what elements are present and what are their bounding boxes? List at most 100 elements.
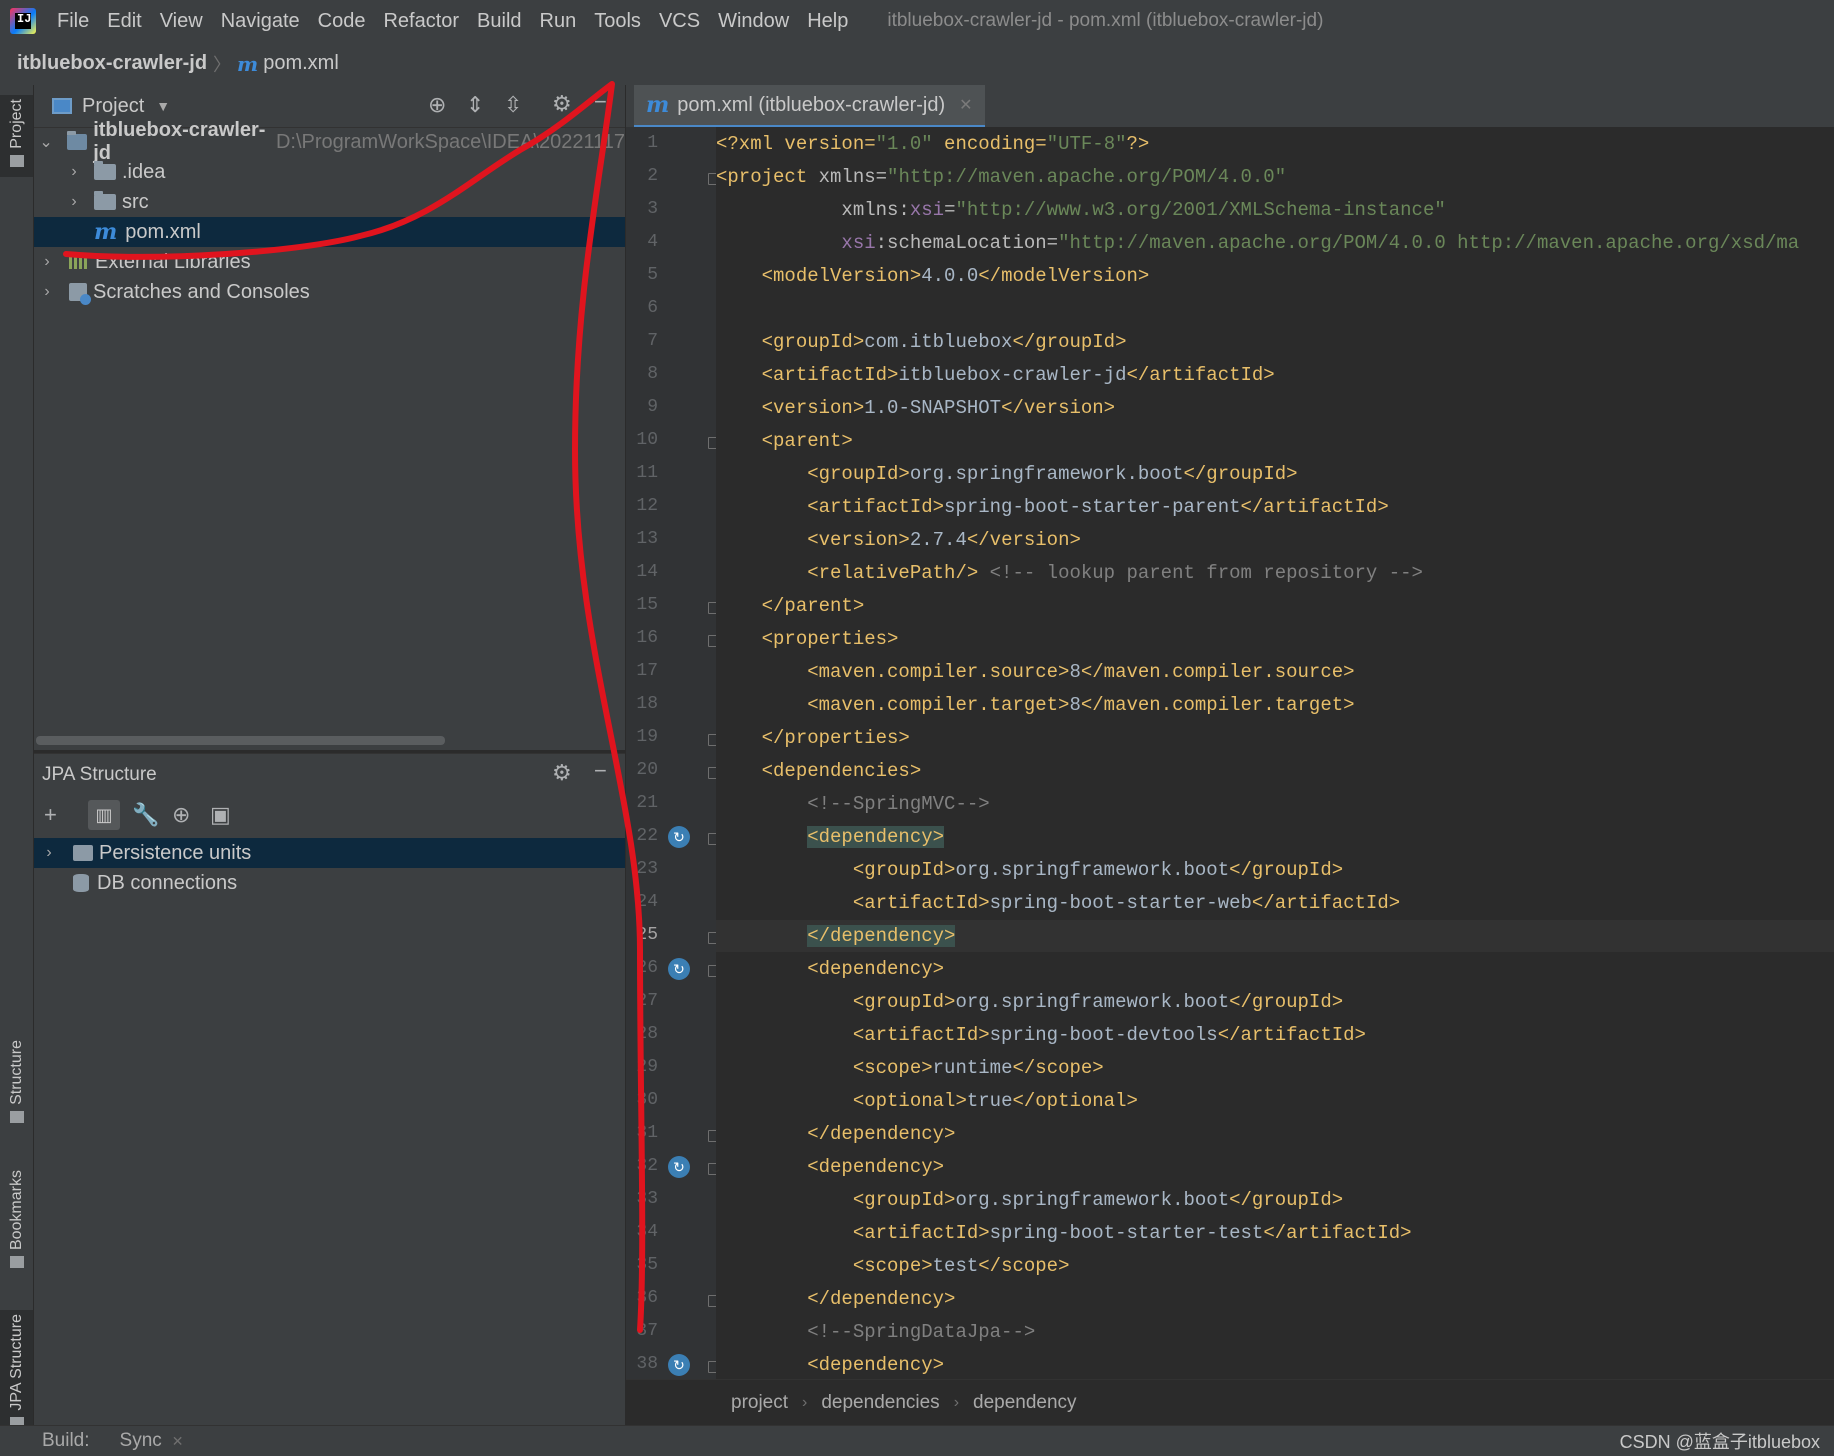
collapse-all-icon[interactable]: ⇳ xyxy=(504,92,522,118)
console-icon[interactable]: ▣ xyxy=(210,802,231,828)
close-icon[interactable]: ✕ xyxy=(959,95,972,115)
line-number: 2 xyxy=(647,166,658,186)
tree-item-src[interactable]: › src xyxy=(34,187,625,217)
left-tool-stripe: Project Structure Bookmarks JPA Structur… xyxy=(0,85,34,1439)
maven-dependency-gutter-icon[interactable]: ↻ xyxy=(668,1156,690,1178)
code-line-29: <scope>runtime</scope> xyxy=(852,1057,1104,1079)
chevron-right-icon[interactable]: › xyxy=(37,253,57,271)
code-line-30: <optional>true</optional> xyxy=(852,1090,1138,1112)
sync-tab[interactable]: Sync xyxy=(120,1430,162,1452)
gear-icon[interactable]: ⚙ xyxy=(552,760,572,786)
tree-item-scratches[interactable]: › Scratches and Consoles xyxy=(34,277,625,307)
stripe-tab-jpa-structure[interactable]: JPA Structure xyxy=(0,1310,33,1439)
line-number: 29 xyxy=(636,1057,658,1077)
code-line-27: <groupId>org.springframework.boot</group… xyxy=(852,991,1344,1013)
menu-view[interactable]: View xyxy=(151,10,212,33)
close-icon[interactable]: ✕ xyxy=(172,1433,184,1450)
maven-dependency-gutter-icon[interactable]: ↻ xyxy=(668,826,690,848)
line-number: 6 xyxy=(647,298,658,318)
editor-tab-label: pom.xml (itbluebox-crawler-jd) xyxy=(677,93,946,116)
chevron-right-icon[interactable]: › xyxy=(39,844,59,862)
project-view-label[interactable]: Project xyxy=(82,95,144,118)
code-line-19: </properties> xyxy=(761,727,910,749)
chevron-right-icon[interactable]: › xyxy=(64,193,84,211)
jpa-panel-header: JPA Structure ⚙ − xyxy=(34,754,625,796)
tree-item-external-libraries[interactable]: › External Libraries xyxy=(34,247,625,277)
module-folder-icon xyxy=(67,131,88,150)
menu-build[interactable]: Build xyxy=(468,10,530,33)
hide-icon[interactable]: − xyxy=(594,89,607,115)
stripe-tab-structure[interactable]: Structure xyxy=(0,1040,33,1129)
line-number: 28 xyxy=(636,1024,658,1044)
code-editor[interactable]: <?xml version="1.0" encoding="UTF-8"?> <… xyxy=(716,127,1834,1379)
maven-dependency-gutter-icon[interactable]: ↻ xyxy=(668,1354,690,1376)
menu-refactor[interactable]: Refactor xyxy=(374,10,468,33)
menu-help[interactable]: Help xyxy=(798,10,857,33)
tree-item-idea[interactable]: › .idea xyxy=(34,157,625,187)
tree-item-persistence-units[interactable]: › Persistence units xyxy=(34,838,625,868)
wrench-icon[interactable]: 🔧 xyxy=(132,802,159,828)
gear-icon[interactable]: ⚙ xyxy=(552,91,572,117)
breadcrumb-dependencies[interactable]: dependencies xyxy=(821,1392,939,1414)
menu-run[interactable]: Run xyxy=(531,10,586,33)
stripe-tab-bookmarks[interactable]: Bookmarks xyxy=(0,1170,33,1274)
code-line-4: xsi:schemaLocation="http://maven.apache.… xyxy=(841,232,1800,254)
bars-icon[interactable]: ▥ xyxy=(88,800,120,830)
maven-dependency-gutter-icon[interactable]: ↻ xyxy=(668,958,690,980)
nav-file-crumb[interactable]: pom.xml xyxy=(263,52,339,75)
line-number: 5 xyxy=(647,265,658,285)
code-line-8: <artifactId>itbluebox-crawler-jd</artifa… xyxy=(761,364,1275,386)
stripe-tab-project[interactable]: Project xyxy=(0,95,33,177)
code-line-35: <scope>test</scope> xyxy=(852,1255,1070,1277)
line-number: 13 xyxy=(636,529,658,549)
tree-item-root[interactable]: ⌄ itbluebox-crawler-jd D:\ProgramWorkSpa… xyxy=(34,119,625,164)
horizontal-scrollbar[interactable] xyxy=(36,736,445,745)
folder-icon xyxy=(9,154,24,167)
hide-icon[interactable]: − xyxy=(594,758,607,784)
tree-item-db-connections[interactable]: DB connections xyxy=(34,868,625,898)
menu-code[interactable]: Code xyxy=(309,10,375,33)
menu-navigate[interactable]: Navigate xyxy=(212,10,309,33)
code-line-11: <groupId>org.springframework.boot</group… xyxy=(807,463,1298,485)
menu-vcs[interactable]: VCS xyxy=(650,10,709,33)
maven-file-icon: m xyxy=(237,51,259,76)
persistence-units-label: Persistence units xyxy=(99,841,252,864)
chevron-right-icon[interactable]: › xyxy=(37,283,57,301)
code-line-10: <parent> xyxy=(761,430,853,452)
editor-gutter[interactable]: 1 2 3 4 5 6 7 8 9 10 11 12 13 14 15 16 17 18 19 20 21 22 ↻ 23 24… xyxy=(626,127,720,1379)
line-number: 37 xyxy=(636,1321,658,1341)
chevron-right-icon[interactable]: › xyxy=(64,163,84,181)
line-number: 12 xyxy=(636,496,658,516)
dropdown-arrow-icon[interactable]: ▼ xyxy=(156,98,170,114)
nav-project-crumb[interactable]: itbluebox-crawler-jd xyxy=(17,52,207,75)
line-number: 34 xyxy=(636,1222,658,1242)
line-number: 16 xyxy=(636,628,658,648)
tree-idea-label: .idea xyxy=(122,160,166,183)
menu-tools[interactable]: Tools xyxy=(585,10,650,33)
line-number: 32 xyxy=(636,1156,658,1176)
project-tool-window: Project ▼ ⊕ ⇕ ⇳ ⚙ − ⌄ itbluebox-crawler-… xyxy=(34,85,625,750)
code-line-14: <relativePath/> <!-- lookup parent from … xyxy=(807,562,1423,584)
chevron-down-icon[interactable]: ⌄ xyxy=(37,132,55,152)
locate-icon[interactable]: ⊕ xyxy=(172,802,190,828)
menu-window[interactable]: Window xyxy=(709,10,798,33)
breadcrumb-project[interactable]: project xyxy=(731,1392,788,1414)
code-line-1: <?xml version="1.0" encoding="UTF-8"?> xyxy=(716,133,1150,155)
locate-icon[interactable]: ⊕ xyxy=(428,92,446,118)
line-number: 14 xyxy=(636,562,658,582)
breadcrumb-dependency[interactable]: dependency xyxy=(973,1392,1077,1414)
code-line-38: <dependency> xyxy=(807,1354,945,1376)
line-number: 10 xyxy=(636,430,658,450)
stripe-jpa-label: JPA Structure xyxy=(7,1314,25,1411)
editor-tab-pom[interactable]: m pom.xml (itbluebox-crawler-jd) ✕ xyxy=(634,85,985,128)
window-title: itbluebox-crawler-jd - pom.xml (itbluebo… xyxy=(887,10,1324,31)
expand-all-icon[interactable]: ⇕ xyxy=(466,92,484,118)
add-icon[interactable]: + xyxy=(44,802,57,828)
code-line-34: <artifactId>spring-boot-starter-test</ar… xyxy=(852,1222,1412,1244)
menu-file[interactable]: File xyxy=(48,10,98,33)
folder-icon xyxy=(94,191,116,210)
line-number: 1 xyxy=(647,133,658,153)
line-number: 15 xyxy=(636,595,658,615)
tree-item-pom[interactable]: m pom.xml xyxy=(34,217,625,247)
menu-edit[interactable]: Edit xyxy=(98,10,150,33)
